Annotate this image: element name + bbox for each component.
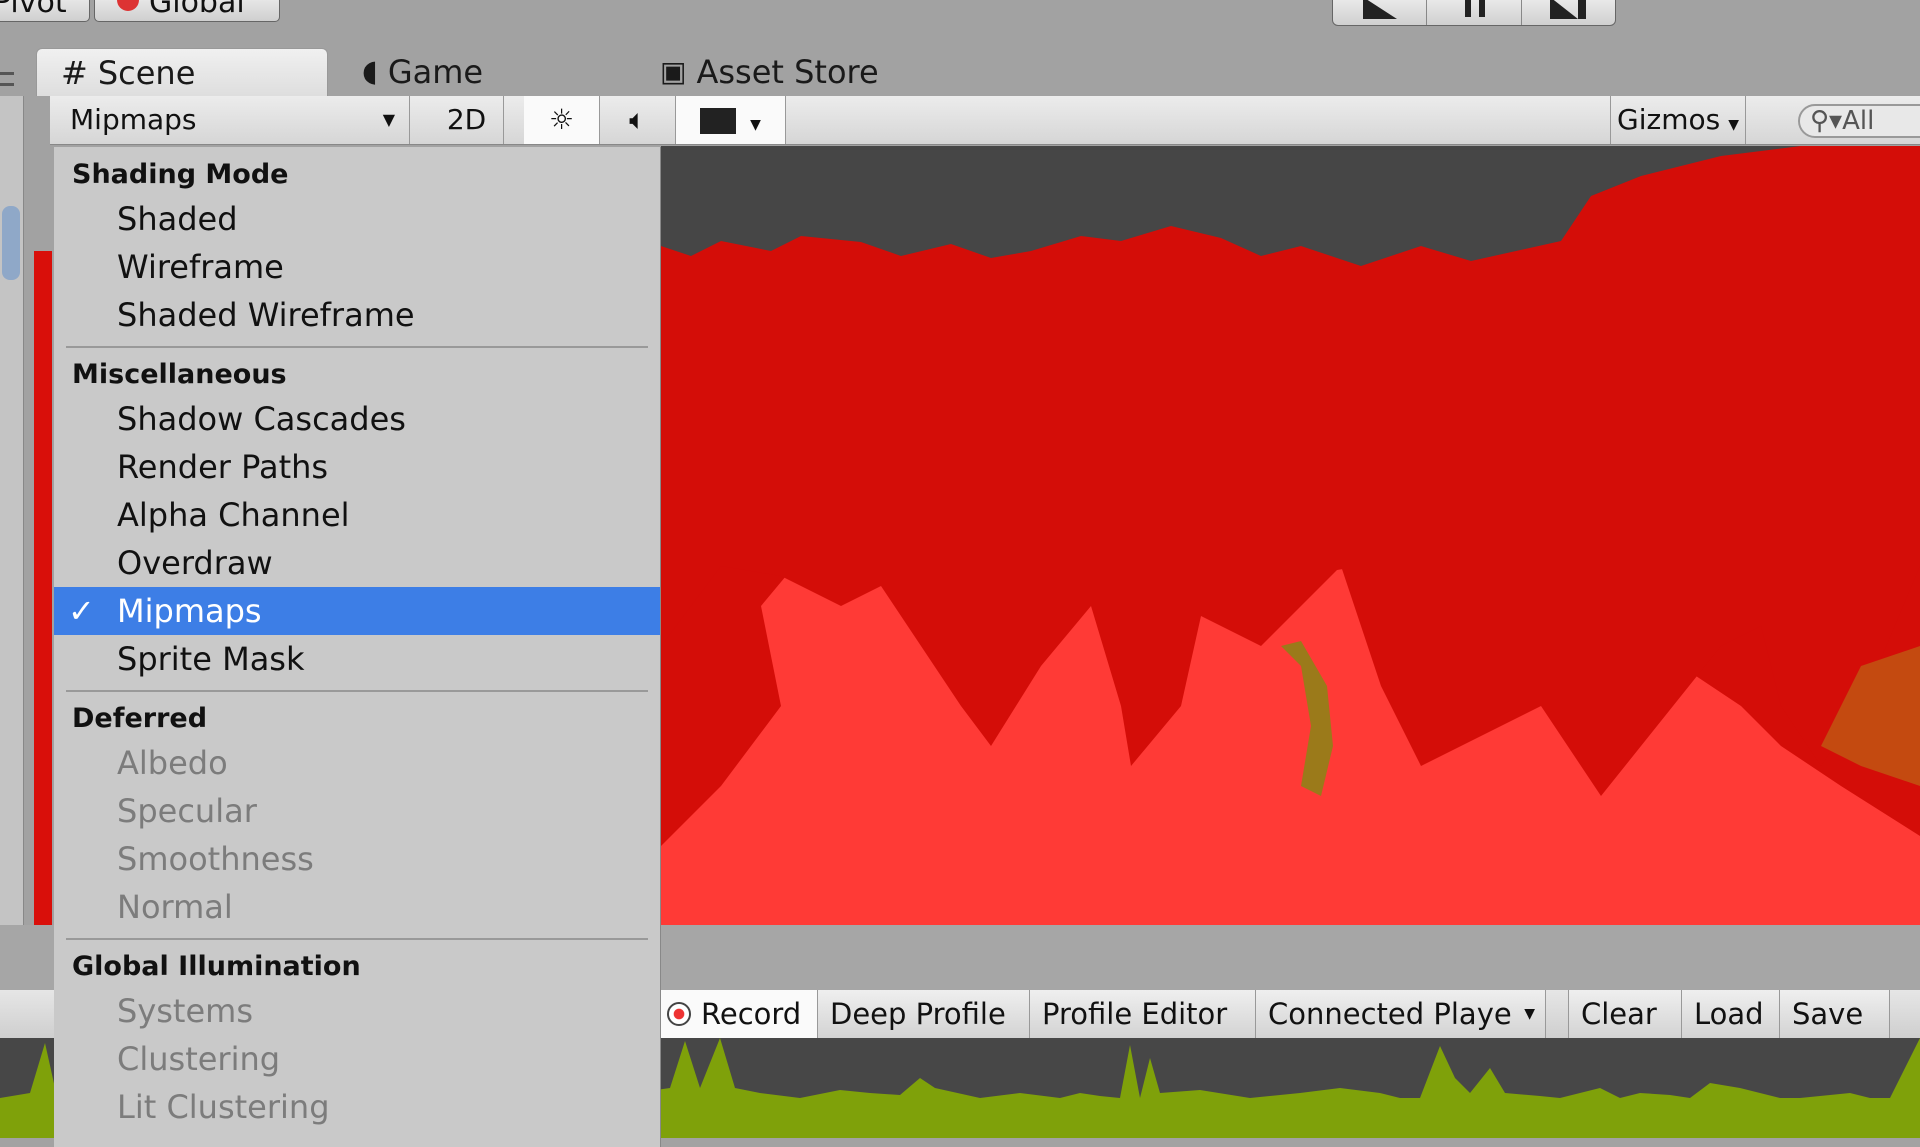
- menu-item-sprite-mask[interactable]: Sprite Mask: [54, 635, 660, 683]
- left-panel-red: [34, 251, 52, 925]
- load-label: Load: [1694, 997, 1764, 1031]
- tab-asset-store[interactable]: ▣ Asset Store: [660, 48, 879, 96]
- menu-item-render-paths[interactable]: Render Paths: [54, 443, 660, 491]
- deep-profile-button[interactable]: Deep Profile: [818, 990, 1030, 1038]
- menu-header-deferred: Deferred: [72, 703, 208, 734]
- profile-editor-label: Profile Editor: [1042, 997, 1228, 1031]
- mipmap-scene-render: [661, 146, 1920, 925]
- menu-item-label: Mipmaps: [117, 592, 262, 630]
- speaker-icon: 🔈︎: [629, 103, 646, 136]
- tab-label: Game: [387, 53, 484, 91]
- deep-profile-label: Deep Profile: [830, 997, 1006, 1031]
- menu-item-specular: Specular: [117, 792, 257, 830]
- chevron-down-icon: ▼: [1524, 1006, 1535, 1022]
- menu-item-overdraw[interactable]: Overdraw: [54, 539, 660, 587]
- scene-toolbar: Mipmaps ▼ 2D ☼ 🔈︎ ▼ Gizmos ▼ ⚲▾All: [50, 96, 1920, 145]
- menu-header-miscellaneous: Miscellaneous: [72, 359, 287, 390]
- search-placeholder: All: [1842, 106, 1875, 136]
- audio-toggle[interactable]: 🔈︎: [600, 96, 676, 144]
- record-icon: [667, 1002, 691, 1026]
- bag-icon: ▣: [660, 55, 687, 88]
- 2d-label: 2D: [446, 103, 487, 136]
- search-icon: ⚲▾: [1810, 106, 1843, 136]
- step-icon: [1549, 0, 1578, 19]
- menu-item-shaded-wireframe[interactable]: Shaded Wireframe: [54, 291, 660, 339]
- pacman-icon: ◖: [362, 54, 378, 89]
- pivot-label: Pivot: [0, 0, 67, 20]
- menu-item-normal: Normal: [117, 888, 233, 926]
- menu-item-clustering: Clustering: [117, 1040, 281, 1078]
- left-scrollbar[interactable]: [0, 96, 24, 926]
- scene-viewport[interactable]: [661, 146, 1920, 925]
- connected-player-label: Connected Playe: [1268, 997, 1512, 1031]
- grid-icon: #: [61, 53, 88, 92]
- menu-separator: [54, 931, 660, 947]
- menu-item-mipmaps[interactable]: ✓ Mipmaps: [54, 587, 660, 635]
- 2d-toggle[interactable]: 2D: [430, 96, 504, 144]
- menu-item-alpha-channel[interactable]: Alpha Channel: [54, 491, 660, 539]
- tab-game[interactable]: ◖ Game: [362, 48, 483, 96]
- load-button[interactable]: Load: [1682, 990, 1780, 1038]
- menu-header-shading-mode: Shading Mode: [72, 159, 289, 190]
- sun-icon: ☼: [548, 103, 575, 136]
- menu-item-systems: Systems: [117, 992, 253, 1030]
- global-label: Global: [149, 0, 245, 20]
- clear-button[interactable]: Clear: [1568, 990, 1682, 1038]
- globe-icon: [117, 0, 139, 11]
- image-icon: [700, 108, 737, 134]
- scrollbar-thumb[interactable]: [2, 206, 20, 280]
- menu-item-shadow-cascades[interactable]: Shadow Cascades: [54, 395, 660, 443]
- search-input[interactable]: ⚲▾All: [1798, 104, 1920, 138]
- pause-button[interactable]: [1427, 0, 1522, 25]
- chevron-down-icon: ▼: [382, 110, 395, 129]
- gizmos-label: Gizmos: [1617, 103, 1721, 136]
- menu-item-lit-clustering: Lit Clustering: [117, 1088, 330, 1126]
- step-button[interactable]: [1522, 0, 1615, 25]
- pause-icon: [1465, 0, 1486, 17]
- draw-mode-label: Mipmaps: [70, 103, 197, 136]
- chevron-down-icon: ▼: [750, 117, 761, 133]
- menu-separator: [54, 683, 660, 699]
- record-button[interactable]: Record: [661, 990, 818, 1038]
- tab-label: Asset Store: [696, 53, 879, 91]
- draw-mode-dropdown[interactable]: Mipmaps ▼: [54, 96, 410, 144]
- tab-scene[interactable]: # Scene: [36, 48, 328, 96]
- save-label: Save: [1792, 997, 1864, 1031]
- checkmark-icon: ✓: [68, 592, 95, 630]
- play-button[interactable]: [1333, 0, 1428, 25]
- menu-item-albedo: Albedo: [117, 744, 228, 782]
- play-icon: [1363, 0, 1397, 19]
- save-button[interactable]: Save: [1780, 990, 1890, 1038]
- menu-header-global-illumination: Global Illumination: [72, 951, 361, 982]
- menu-item-smoothness: Smoothness: [117, 840, 314, 878]
- record-label: Record: [701, 997, 802, 1031]
- menu-item-shaded[interactable]: Shaded: [54, 195, 660, 243]
- pivot-button[interactable]: Pivot: [0, 0, 90, 22]
- lighting-toggle[interactable]: ☼: [524, 96, 600, 144]
- panel-menu-icon[interactable]: [0, 72, 14, 86]
- gizmos-dropdown[interactable]: Gizmos ▼: [1610, 96, 1746, 144]
- menu-item-wireframe[interactable]: Wireframe: [54, 243, 660, 291]
- menu-separator: [54, 339, 660, 355]
- connected-player-dropdown[interactable]: Connected Playe ▼: [1256, 990, 1546, 1038]
- tab-label: Scene: [97, 53, 196, 92]
- effects-dropdown[interactable]: ▼: [676, 96, 786, 144]
- draw-mode-menu: Shading Mode Shaded Wireframe Shaded Wir…: [54, 147, 661, 1147]
- global-button[interactable]: Global: [94, 0, 280, 22]
- profile-editor-button[interactable]: Profile Editor: [1030, 990, 1256, 1038]
- chevron-down-icon: ▼: [1728, 117, 1739, 133]
- clear-label: Clear: [1581, 997, 1657, 1031]
